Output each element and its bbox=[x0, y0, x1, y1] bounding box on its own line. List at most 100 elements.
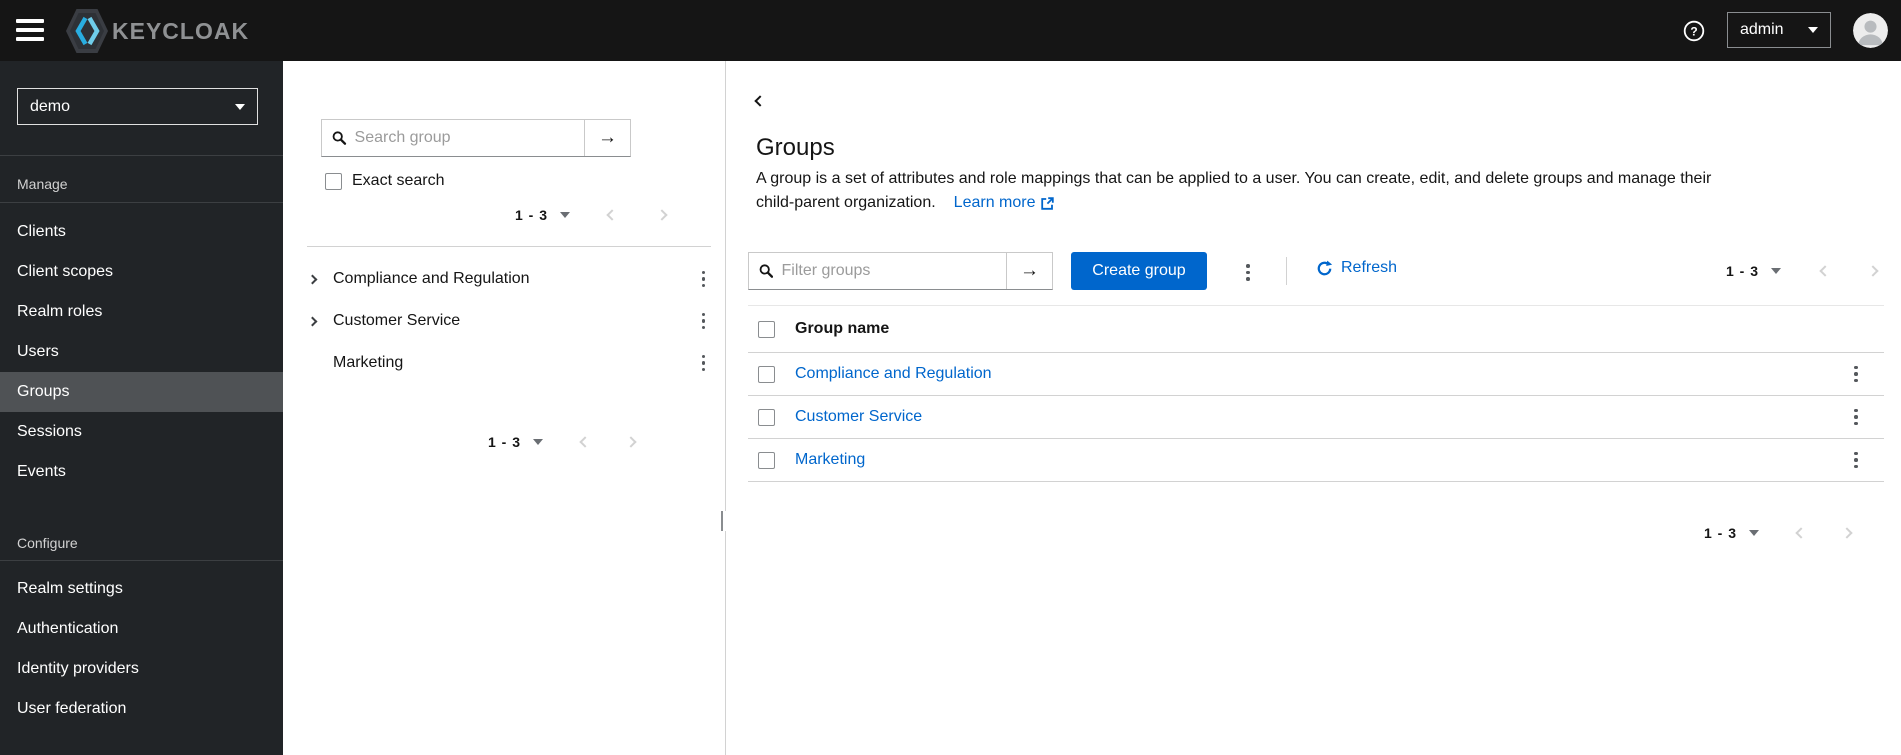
keycloak-admin-console: KEYCLOAK ? admin demo Manage Clients Cli… bbox=[0, 0, 1901, 755]
tree-item-label[interactable]: Compliance and Regulation bbox=[329, 270, 696, 288]
search-icon bbox=[332, 131, 347, 145]
table-pagination-bottom: 1 - 3 bbox=[1694, 519, 1863, 547]
page-description-line1: A group is a set of attributes and role … bbox=[756, 170, 1712, 187]
sidebar-item-sessions[interactable]: Sessions bbox=[0, 412, 283, 452]
chevron-down-icon bbox=[1749, 530, 1760, 536]
row-checkbox[interactable] bbox=[758, 408, 775, 426]
table-row: Marketing bbox=[748, 439, 1884, 482]
sidebar-item-realm-roles[interactable]: Realm roles bbox=[0, 292, 283, 332]
pagination-next-button[interactable] bbox=[615, 432, 647, 452]
chevron-down-icon bbox=[1771, 268, 1782, 274]
sidebar-item-identity-providers[interactable]: Identity providers bbox=[0, 649, 283, 689]
expand-chevron-icon[interactable] bbox=[295, 316, 329, 326]
kebab-menu-icon[interactable] bbox=[696, 265, 712, 294]
divider bbox=[0, 155, 283, 156]
pagination-prev-button[interactable] bbox=[1809, 261, 1841, 281]
toolbar-kebab-menu-icon[interactable] bbox=[1240, 258, 1256, 287]
group-search-input[interactable] bbox=[354, 129, 574, 147]
sidebar-item-users[interactable]: Users bbox=[0, 332, 283, 372]
sidebar-item-events[interactable]: Events bbox=[0, 452, 283, 492]
table-pagination-top-toggle[interactable]: 1 - 3 bbox=[1716, 257, 1791, 285]
pagination-range: 1 - 3 bbox=[515, 207, 549, 223]
avatar[interactable] bbox=[1853, 13, 1888, 48]
sidebar-item-user-federation[interactable]: User federation bbox=[0, 689, 283, 729]
pagination-range: 1 - 3 bbox=[488, 434, 522, 450]
refresh-button[interactable]: Refresh bbox=[1316, 259, 1397, 277]
pagination-range: 1 - 3 bbox=[1704, 525, 1738, 541]
sidebar-item-client-scopes[interactable]: Client scopes bbox=[0, 252, 283, 292]
tree-item-marketing[interactable]: Marketing bbox=[295, 342, 711, 384]
table-pagination-top: 1 - 3 bbox=[1716, 257, 1889, 285]
group-search-box: → bbox=[321, 119, 631, 157]
filter-groups-box: → bbox=[748, 252, 1053, 290]
svg-text:?: ? bbox=[1690, 25, 1697, 39]
create-group-button[interactable]: Create group bbox=[1071, 252, 1207, 290]
group-link[interactable]: Customer Service bbox=[795, 408, 922, 425]
pagination-next-button[interactable] bbox=[1857, 261, 1889, 281]
row-kebab-menu-icon[interactable] bbox=[1848, 360, 1864, 389]
filter-submit-button[interactable]: → bbox=[1006, 253, 1052, 289]
help-icon[interactable]: ? bbox=[1683, 20, 1705, 42]
nav-toggle-button[interactable] bbox=[16, 19, 44, 41]
sidebar-item-groups[interactable]: Groups bbox=[0, 372, 283, 412]
expand-chevron-icon[interactable] bbox=[295, 274, 329, 284]
pagination-prev-button[interactable] bbox=[596, 205, 628, 225]
divider bbox=[0, 560, 283, 561]
column-header-group-name: Group name bbox=[795, 320, 890, 337]
groups-table: Group name Compliance and Regulation Cus… bbox=[748, 305, 1884, 482]
description-text: child-parent organization. bbox=[756, 194, 936, 211]
keycloak-logo-icon bbox=[66, 9, 108, 53]
exact-search-option: Exact search bbox=[325, 172, 444, 190]
external-link-icon bbox=[1040, 196, 1054, 210]
sidebar-nav: demo Manage Clients Client scopes Realm … bbox=[0, 61, 283, 755]
nav-section-manage: Manage bbox=[17, 176, 68, 192]
exact-search-label: Exact search bbox=[352, 172, 445, 189]
row-kebab-menu-icon[interactable] bbox=[1848, 403, 1864, 432]
username-label: admin bbox=[1740, 21, 1784, 38]
pagination-next-button[interactable] bbox=[646, 205, 678, 225]
row-checkbox[interactable] bbox=[758, 451, 775, 469]
row-checkbox[interactable] bbox=[758, 365, 775, 383]
tree-item-label[interactable]: Marketing bbox=[329, 354, 696, 372]
sidebar-item-clients[interactable]: Clients bbox=[0, 212, 283, 252]
group-link[interactable]: Marketing bbox=[795, 451, 865, 468]
group-link[interactable]: Compliance and Regulation bbox=[795, 365, 992, 382]
kebab-menu-icon[interactable] bbox=[696, 349, 712, 378]
select-all-checkbox[interactable] bbox=[758, 320, 775, 338]
search-icon bbox=[759, 264, 774, 278]
exact-search-checkbox[interactable] bbox=[325, 172, 342, 190]
pagination-prev-button[interactable] bbox=[569, 432, 601, 452]
tree-pagination-bottom: 1 - 3 bbox=[478, 428, 647, 456]
table-header-row: Group name bbox=[748, 305, 1884, 353]
search-submit-button[interactable]: → bbox=[584, 120, 630, 156]
pagination-range: 1 - 3 bbox=[1726, 263, 1760, 279]
row-kebab-menu-icon[interactable] bbox=[1848, 446, 1864, 475]
user-dropdown[interactable]: admin bbox=[1727, 12, 1831, 48]
learn-more-link[interactable]: Learn more bbox=[954, 191, 1054, 215]
refresh-icon bbox=[1317, 260, 1333, 275]
masthead: KEYCLOAK ? admin bbox=[0, 0, 1901, 61]
tree-item-customer-service[interactable]: Customer Service bbox=[295, 300, 711, 342]
refresh-label: Refresh bbox=[1341, 259, 1398, 276]
pagination-prev-button[interactable] bbox=[1785, 523, 1817, 543]
collapse-tree-button[interactable] bbox=[748, 88, 772, 114]
tree-item-label[interactable]: Customer Service bbox=[329, 312, 696, 330]
divider bbox=[307, 246, 711, 247]
tree-pagination-top: 1 - 3 bbox=[505, 201, 678, 229]
nav-section-configure: Configure bbox=[17, 535, 78, 551]
sidebar-item-authentication[interactable]: Authentication bbox=[0, 609, 283, 649]
realm-selector[interactable]: demo bbox=[17, 88, 258, 125]
tree-pagination-top-toggle[interactable]: 1 - 3 bbox=[505, 201, 580, 229]
keycloak-logo[interactable]: KEYCLOAK bbox=[66, 8, 249, 54]
tree-item-compliance-and-regulation[interactable]: Compliance and Regulation bbox=[295, 258, 711, 300]
page-description-line2: child-parent organization. Learn more bbox=[756, 191, 1054, 215]
divider bbox=[1286, 257, 1287, 285]
tree-pagination-bottom-toggle[interactable]: 1 - 3 bbox=[478, 428, 553, 456]
filter-groups-input[interactable] bbox=[781, 262, 996, 280]
kebab-menu-icon[interactable] bbox=[696, 307, 712, 336]
page-title: Groups bbox=[756, 134, 835, 161]
pagination-next-button[interactable] bbox=[1831, 523, 1863, 543]
table-row: Compliance and Regulation bbox=[748, 353, 1884, 396]
table-pagination-bottom-toggle[interactable]: 1 - 3 bbox=[1694, 519, 1769, 547]
sidebar-item-realm-settings[interactable]: Realm settings bbox=[0, 569, 283, 609]
